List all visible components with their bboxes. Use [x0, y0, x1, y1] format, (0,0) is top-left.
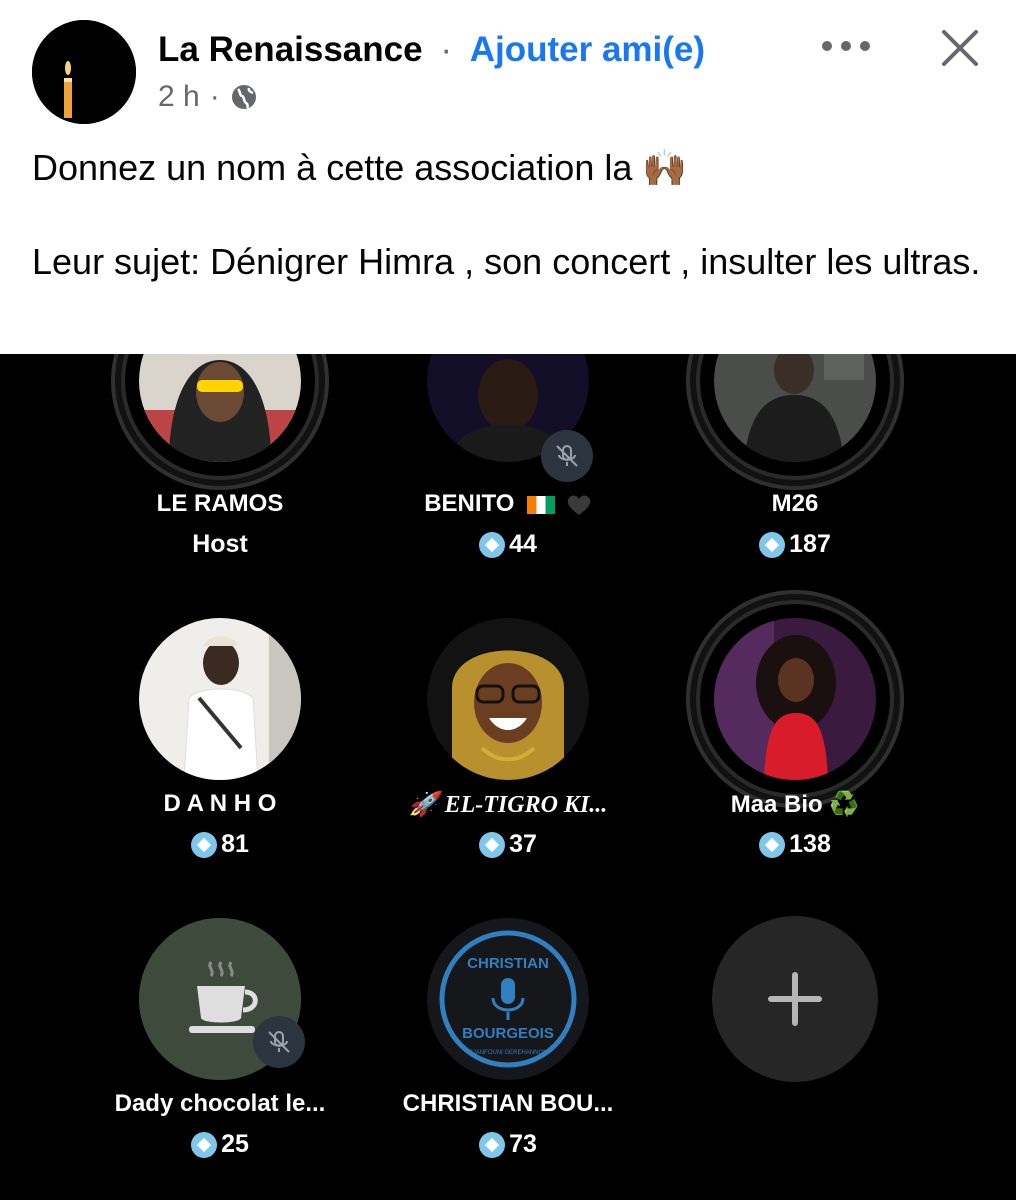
participant-score: 25 [110, 1130, 330, 1159]
role-label: Host [192, 530, 248, 558]
participant-score: 138 [685, 830, 905, 859]
participant-name: Maa Bio ♻️ [730, 791, 860, 818]
diamond-icon [191, 831, 218, 858]
post-meta: 2 h · [158, 80, 258, 114]
author-name[interactable]: La Renaissance [158, 30, 423, 69]
more-dot [822, 41, 832, 51]
participant-score: 81 [110, 830, 330, 859]
globe-icon [231, 85, 256, 109]
meta-separator: · [209, 80, 220, 113]
participant-name: BENITO [368, 490, 648, 518]
separator-dot: · [440, 30, 452, 69]
mic-off-icon [541, 430, 593, 482]
more-options-button[interactable] [822, 30, 870, 62]
diamond-icon [759, 531, 786, 558]
post-line-2: Leur sujet: Dénigrer Himra , son concert… [32, 241, 981, 282]
participant-score: 44 [398, 530, 618, 559]
participant-score: 73 [398, 1130, 618, 1159]
audio-room-screenshot: LE RAMOS Host BENITO 44 M26 187 D A N H … [0, 354, 1016, 1200]
avatar-wrap: CHRISTIAN BOURGEOIS DJANFOUNI GEREHANNON [413, 904, 603, 1094]
candle-icon [32, 20, 136, 124]
avatar [714, 354, 876, 462]
score-value: 81 [221, 830, 249, 858]
post-text: Donnez un nom à cette association la 🙌🏾 … [32, 144, 992, 286]
participant-score: 187 [685, 530, 905, 559]
svg-text:CHRISTIAN: CHRISTIAN [467, 955, 549, 972]
black-heart-icon [567, 495, 591, 515]
participant-name: LE RAMOS [156, 490, 284, 517]
mic-off-icon [253, 1016, 305, 1068]
score-value: 44 [509, 530, 537, 558]
diamond-icon [759, 831, 786, 858]
score-value: 187 [789, 530, 831, 558]
participant-name-text: BENITO [424, 490, 515, 517]
plus-icon [768, 972, 822, 1026]
diamond-icon [479, 831, 506, 858]
avatar-wrap [125, 604, 315, 794]
more-dot [860, 41, 870, 51]
svg-text:DJANFOUNI GEREHANNON: DJANFOUNI GEREHANNON [468, 1050, 547, 1056]
avatar [427, 618, 589, 780]
svg-text:BOURGEOIS: BOURGEOIS [462, 1025, 554, 1042]
add-friend-button[interactable]: Ajouter ami(e) [470, 30, 705, 69]
christian-bourgeois-logo: CHRISTIAN BOURGEOIS DJANFOUNI GEREHANNON [427, 918, 589, 1080]
diamond-icon [191, 1131, 218, 1158]
post-line-1: Donnez un nom à cette association la 🙌🏾 [32, 147, 688, 188]
ivory-coast-flag-icon [527, 495, 556, 514]
diamond-icon [479, 531, 506, 558]
post-time[interactable]: 2 h [158, 80, 200, 114]
avatar [139, 618, 301, 780]
participant-name: 🚀 EL-TIGRO KI... [408, 792, 608, 818]
author-line: La Renaissance · Ajouter ami(e) [158, 30, 705, 70]
avatar-ring [125, 354, 315, 476]
page-avatar[interactable] [32, 20, 136, 124]
close-icon[interactable] [936, 24, 984, 72]
participant-name: D A N H O [163, 790, 277, 817]
avatar-ring [700, 604, 890, 794]
avatar [714, 618, 876, 780]
score-value: 138 [789, 830, 831, 858]
post-header: La Renaissance · Ajouter ami(e) 2 h · Do… [0, 0, 1016, 354]
avatar-ring [700, 354, 890, 476]
diamond-icon [479, 1131, 506, 1158]
participant-name: Dady chocolat le... [114, 1090, 326, 1117]
avatar: CHRISTIAN BOURGEOIS DJANFOUNI GEREHANNON [427, 918, 589, 1080]
score-value: 73 [509, 1130, 537, 1158]
participant-name: CHRISTIAN BOU... [402, 1090, 614, 1117]
add-participant-button[interactable] [712, 916, 878, 1082]
more-dot [841, 41, 851, 51]
avatar [139, 354, 301, 462]
avatar-wrap [413, 604, 603, 794]
score-value: 25 [221, 1130, 249, 1158]
participant-name: M26 [771, 490, 819, 517]
participant-score: 37 [398, 830, 618, 859]
score-value: 37 [509, 830, 537, 858]
participant-role: Host [110, 530, 330, 559]
